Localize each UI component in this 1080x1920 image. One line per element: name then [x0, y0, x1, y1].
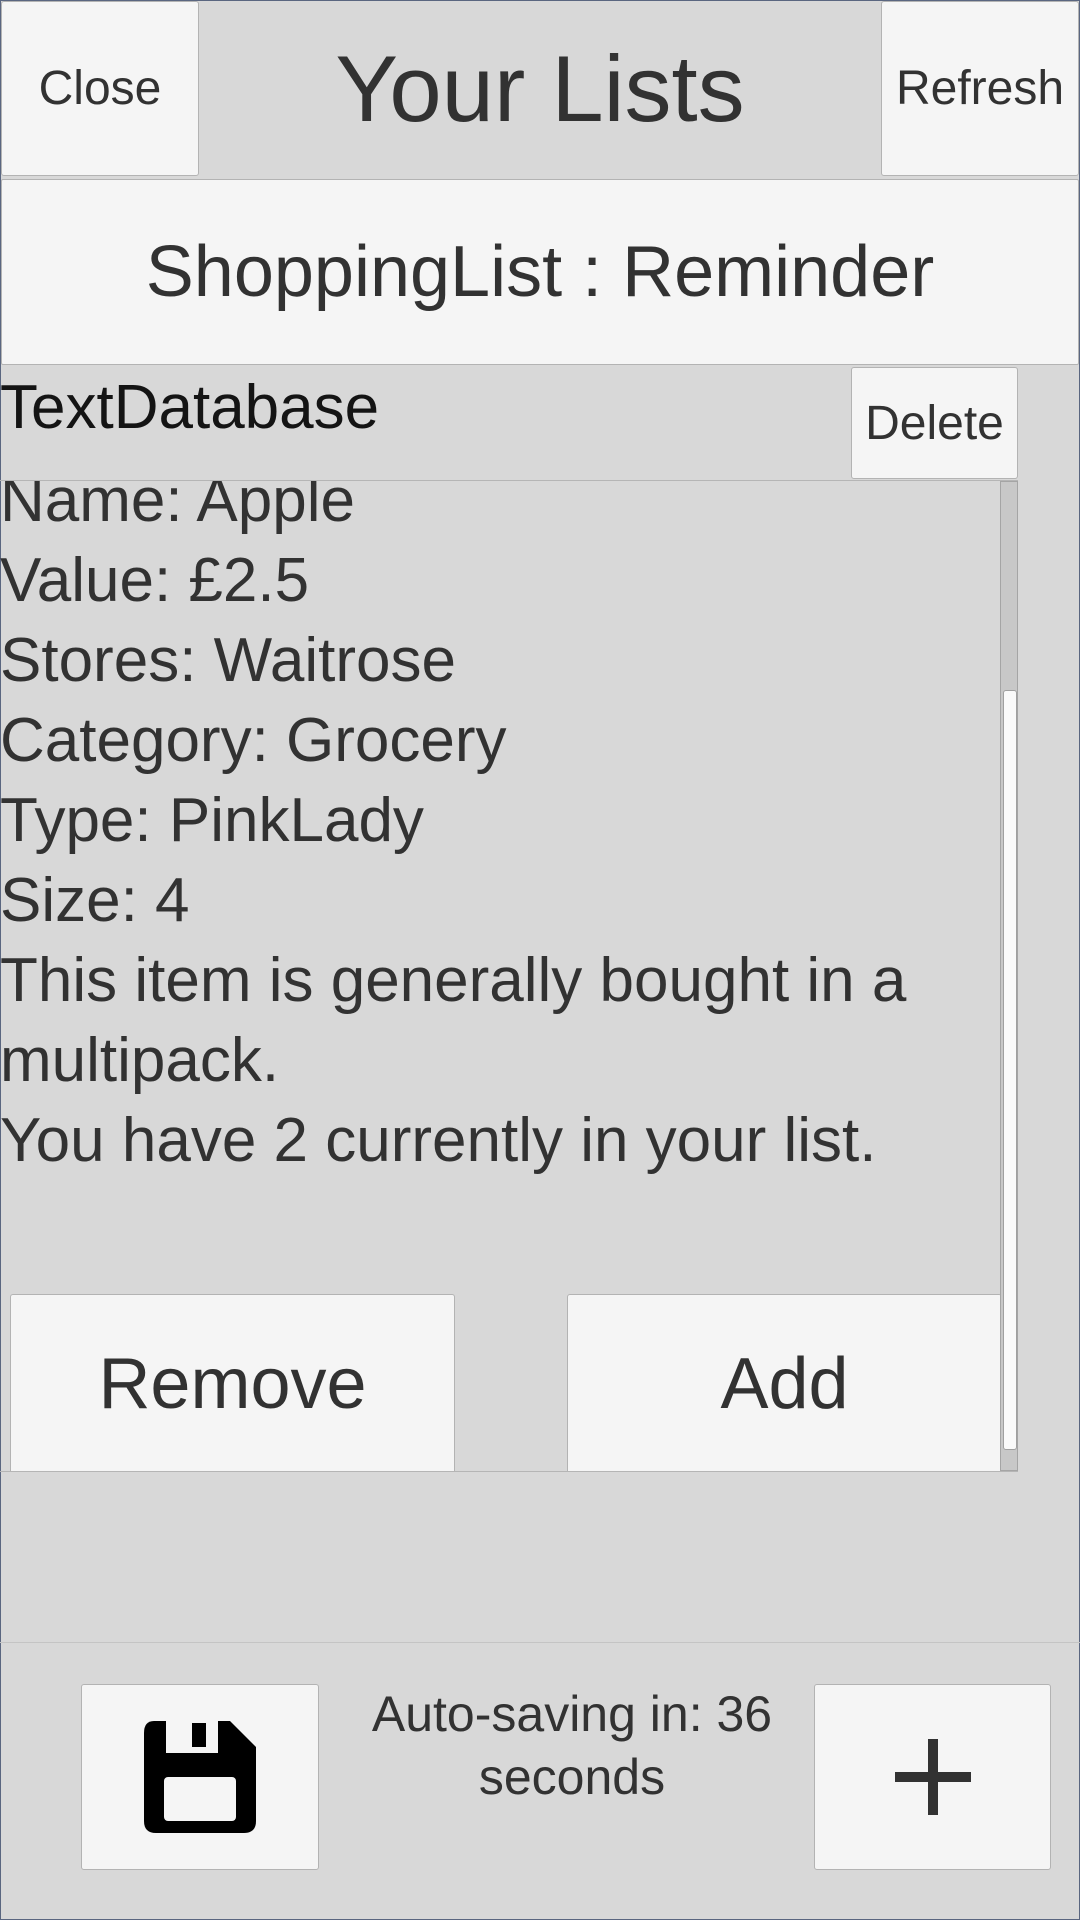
save-button[interactable]	[81, 1684, 319, 1870]
remove-button[interactable]: Remove	[10, 1294, 455, 1472]
detail-type: Type: PinkLady	[0, 786, 424, 855]
add-button[interactable]: Add	[567, 1294, 1002, 1472]
refresh-button[interactable]: Refresh	[881, 1, 1079, 176]
plus-icon	[894, 1739, 971, 1815]
autosave-status: Auto-saving in: 36 seconds	[371, 1686, 773, 1805]
scrollbar-thumb[interactable]	[1003, 690, 1017, 1450]
vertical-scrollbar[interactable]	[1000, 481, 1018, 1471]
floppy-disk-icon	[144, 1721, 256, 1833]
delete-button[interactable]: Delete	[851, 367, 1018, 479]
detail-note: This item is generally bought in a multi…	[0, 946, 907, 1095]
list-selector-button[interactable]: ShoppingList : Reminder	[1, 179, 1079, 365]
detail-count: You have 2 currently in your list.	[0, 1106, 877, 1175]
divider	[0, 1471, 1018, 1472]
detail-name: Name: Apple	[0, 481, 355, 535]
detail-stores: Stores: Waitrose	[0, 626, 456, 695]
detail-size: Size: 4	[0, 866, 190, 935]
item-details: Name: Apple Value: £2.5 Stores: Waitrose…	[0, 481, 1000, 1181]
detail-category: Category: Grocery	[0, 706, 507, 775]
page-title: Your Lists	[335, 36, 745, 141]
divider	[0, 1642, 1080, 1643]
close-button[interactable]: Close	[1, 1, 199, 176]
detail-value: Value: £2.5	[0, 546, 310, 615]
source-label: TextDatabase	[0, 373, 380, 442]
new-item-button[interactable]	[814, 1684, 1051, 1870]
